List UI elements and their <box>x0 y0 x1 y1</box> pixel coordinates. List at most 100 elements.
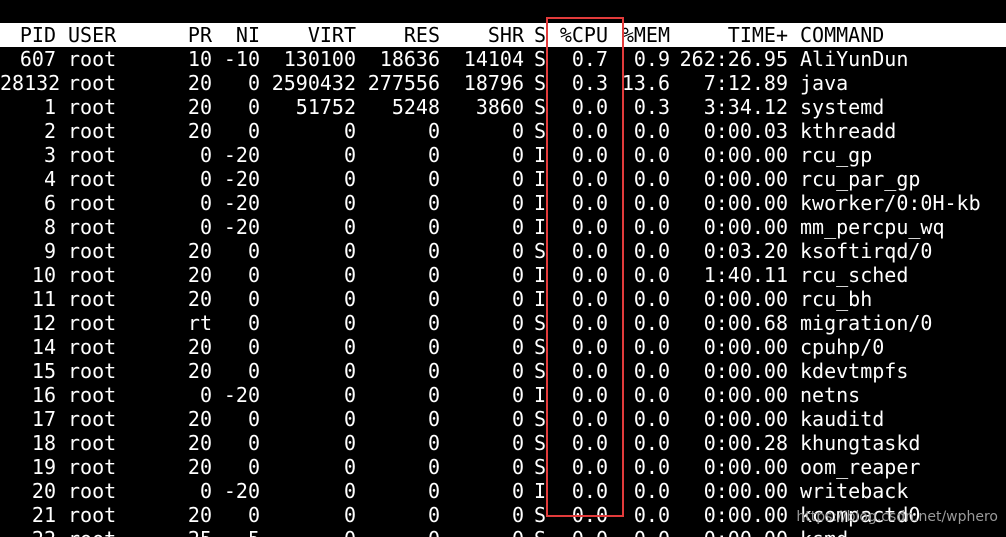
cell-mem: 13.6 <box>621 71 670 95</box>
process-row[interactable]: 11 root 20 0 0 0 0 I 0.0 0.0 0:00.00 rcu_bh <box>0 287 1006 311</box>
process-row[interactable]: 15 root 20 0 0 0 0 S 0.0 0.0 0:00.00 kdevtmpfs <box>0 359 1006 383</box>
cell-cpu: 0.0 <box>552 527 608 537</box>
cell-shr: 18796 <box>463 71 524 95</box>
cell-cpu: 0.7 <box>571 47 608 71</box>
cell-pid: 607 <box>19 47 56 71</box>
cell-user: root <box>68 407 117 431</box>
cell-virt: 0 <box>343 215 356 239</box>
col-header-shr[interactable]: SHR <box>444 23 524 47</box>
col-header-pid[interactable]: PID <box>0 23 56 47</box>
process-row[interactable]: 16 root 0 -20 0 0 0 I 0.0 0.0 0:00.00 netns <box>0 383 1006 407</box>
process-row[interactable]: 28132 root 20 0 2590432 277556 18796 S 0.3 13.6 7:… <box>0 71 1006 95</box>
col-header-command[interactable]: COMMAND <box>800 23 1000 47</box>
cell-time: 3:34.12 <box>703 95 788 119</box>
cell-ni: 0 <box>247 119 260 143</box>
cell-res: 18636 <box>379 47 440 71</box>
cell-pid: 28132 <box>0 71 61 95</box>
cell-time: 1:40.11 <box>703 263 788 287</box>
process-row[interactable]: 22root255000S0.00.00:00.00ksmd <box>0 527 1006 537</box>
cell-mem: 0.3 <box>633 95 670 119</box>
process-row[interactable]: 20 root 0 -20 0 0 0 I 0.0 0.0 0:00.00 writeback <box>0 479 1006 503</box>
cell-time: 0:00.00 <box>703 215 788 239</box>
cell-cpu: 0.0 <box>571 383 608 407</box>
cell-virt: 0 <box>343 335 356 359</box>
cell-ni: 0 <box>247 359 260 383</box>
cell-pr: 20 <box>187 287 212 311</box>
cell-cpu: 0.0 <box>571 263 608 287</box>
cell-res: 0 <box>427 311 440 335</box>
cell-pr: 20 <box>187 407 212 431</box>
cell-shr: 0 <box>511 479 524 503</box>
cell-shr: 0 <box>511 383 524 407</box>
col-header-cpu[interactable]: %CPU <box>552 23 608 47</box>
cell-user: root <box>68 455 117 479</box>
cell-user: root <box>68 479 117 503</box>
cell-ni: 0 <box>247 407 260 431</box>
cell-res: 0 <box>427 119 440 143</box>
cell-virt: 0 <box>343 143 356 167</box>
cell-mem: 0.0 <box>633 503 670 527</box>
col-header-state[interactable]: S <box>534 23 548 47</box>
process-row[interactable]: 10 root 20 0 0 0 0 I 0.0 0.0 1:40.11 rcu_sched <box>0 263 1006 287</box>
col-header-ni[interactable]: NI <box>220 23 260 47</box>
process-row[interactable]: 1 root 20 0 51752 5248 3860 S 0.0 0.3 3:34.12 syste… <box>0 95 1006 119</box>
cell-user: root <box>68 431 117 455</box>
cell-mem: 0.0 <box>633 239 670 263</box>
process-row[interactable]: 18 root 20 0 0 0 0 S 0.0 0.0 0:00.28 khungtaskd <box>0 431 1006 455</box>
cell-time: 0:03.20 <box>703 239 788 263</box>
cell-time: 0:00.00 <box>703 383 788 407</box>
cell-command: rcu_bh <box>800 287 873 311</box>
cell-pr: 20 <box>187 263 212 287</box>
cell-time: 7:12.89 <box>703 71 788 95</box>
cell-s: S <box>534 503 547 527</box>
cell-s: S <box>534 359 547 383</box>
cell-shr: 0 <box>511 287 524 311</box>
cell-ni: -20 <box>223 479 260 503</box>
cell-pr: 20 <box>187 239 212 263</box>
process-row[interactable]: 17 root 20 0 0 0 0 S 0.0 0.0 0:00.00 kauditd <box>0 407 1006 431</box>
cell-virt: 0 <box>343 455 356 479</box>
process-row[interactable]: 8 root 0 -20 0 0 0 I 0.0 0.0 0:00.00 mm_percpu_wq <box>0 215 1006 239</box>
cell-virt: 0 <box>343 263 356 287</box>
cell-command: java <box>800 71 849 95</box>
cell-shr: 0 <box>511 503 524 527</box>
cell-pid: 9 <box>43 239 56 263</box>
cell-time: 0:00.00 <box>703 287 788 311</box>
process-row[interactable]: 9 root 20 0 0 0 0 S 0.0 0.0 0:03.20 ksoftirqd/0 <box>0 239 1006 263</box>
cell-virt: 0 <box>343 383 356 407</box>
process-row[interactable]: 3 root 0 -20 0 0 0 I 0.0 0.0 0:00.00 rcu_gp <box>0 143 1006 167</box>
cell-pr: 20 <box>187 455 212 479</box>
col-header-pr[interactable]: PR <box>160 23 212 47</box>
col-header-virt[interactable]: VIRT <box>266 23 356 47</box>
col-header-res[interactable]: RES <box>360 23 440 47</box>
cell-cpu: 0.0 <box>571 287 608 311</box>
cell-ni: -20 <box>223 383 260 407</box>
cell-pr: 25 <box>160 527 212 537</box>
process-row[interactable]: 19 root 20 0 0 0 0 S 0.0 0.0 0:00.00 oom_reaper <box>0 455 1006 479</box>
col-header-time[interactable]: TIME+ <box>674 23 788 47</box>
cell-pr: 0 <box>199 167 212 191</box>
cell-mem: 0.0 <box>633 311 670 335</box>
process-row[interactable]: 2 root 20 0 0 0 0 S 0.0 0.0 0:00.03 kthreadd <box>0 119 1006 143</box>
cell-cpu: 0.0 <box>571 215 608 239</box>
cell-pr: 20 <box>187 95 212 119</box>
col-header-mem[interactable]: %MEM <box>612 23 670 47</box>
process-row[interactable]: 12 root rt 0 0 0 0 S 0.0 0.0 0:00.68 migration/0 <box>0 311 1006 335</box>
process-row[interactable]: 607 root 10 -10 130100 18636 14104 S 0.7 0.9 262:2… <box>0 47 1006 71</box>
cell-cpu: 0.0 <box>571 431 608 455</box>
cell-pr: 0 <box>199 479 212 503</box>
process-row[interactable]: 14 root 20 0 0 0 0 S 0.0 0.0 0:00.00 cpuhp/0 <box>0 335 1006 359</box>
cell-virt: 0 <box>343 503 356 527</box>
cell-command: khungtaskd <box>800 431 921 455</box>
cell-ni: 0 <box>247 239 260 263</box>
col-header-user[interactable]: USER <box>68 23 128 47</box>
process-row[interactable]: 6 root 0 -20 0 0 0 I 0.0 0.0 0:00.00 kworker/0:0H-k… <box>0 191 1006 215</box>
cell-s: I <box>534 191 547 215</box>
cell-user: root <box>68 95 117 119</box>
cell-time: 0:00.00 <box>674 527 788 537</box>
cell-res: 0 <box>427 191 440 215</box>
cell-time: 0:00.68 <box>703 311 788 335</box>
process-row[interactable]: 4 root 0 -20 0 0 0 I 0.0 0.0 0:00.00 rcu_par_gp <box>0 167 1006 191</box>
cell-mem: 0.0 <box>633 383 670 407</box>
cell-virt: 0 <box>343 359 356 383</box>
